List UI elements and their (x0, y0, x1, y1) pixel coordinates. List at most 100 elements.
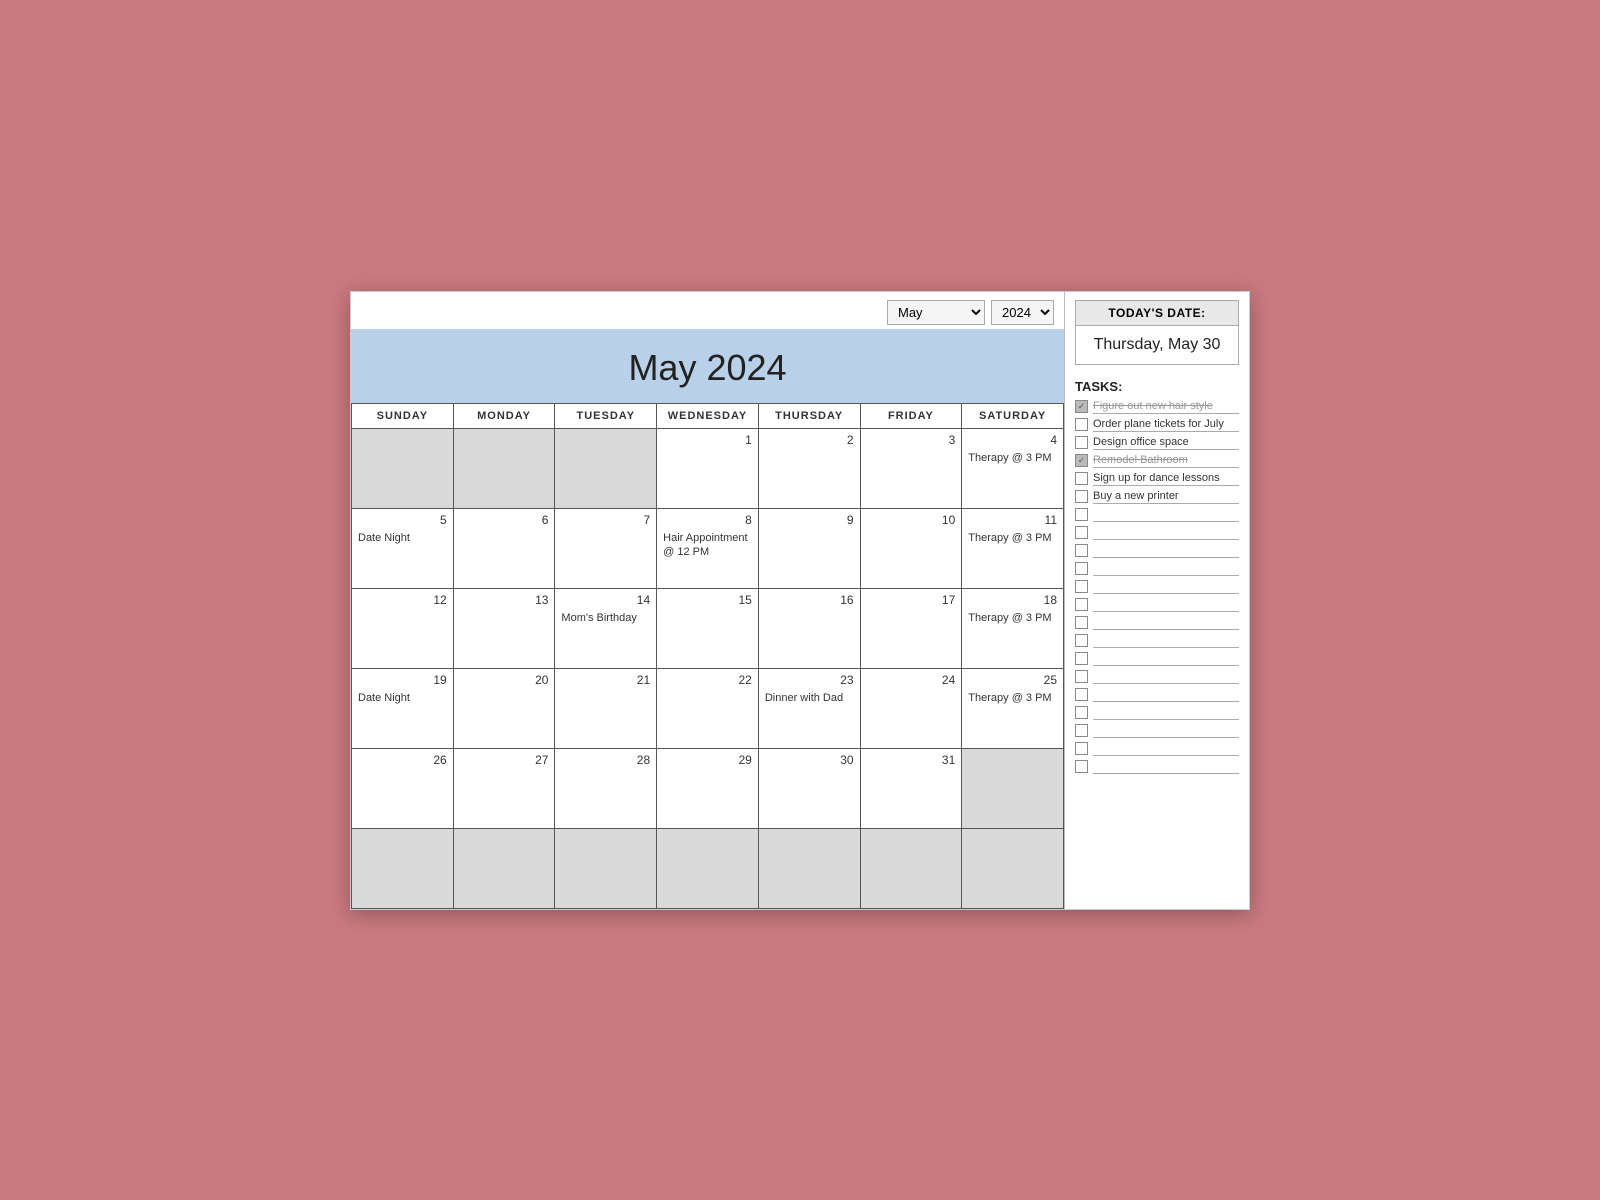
day-cell[interactable]: 4Therapy @ 3 PM (962, 429, 1064, 509)
task-checkbox[interactable] (1075, 724, 1088, 737)
event-text: Therapy @ 3 PM (968, 531, 1057, 545)
day-cell[interactable]: 22 (657, 669, 759, 749)
task-checkbox[interactable] (1075, 652, 1088, 665)
day-cell[interactable]: 25Therapy @ 3 PM (962, 669, 1064, 749)
task-text[interactable]: Design office space (1093, 436, 1239, 450)
day-cell[interactable]: 10 (861, 509, 963, 589)
task-text (1093, 706, 1239, 720)
day-cell[interactable] (352, 429, 454, 509)
day-number: 30 (765, 753, 854, 767)
day-cell[interactable]: 18Therapy @ 3 PM (962, 589, 1064, 669)
day-cell[interactable]: 24 (861, 669, 963, 749)
day-number: 8 (663, 513, 752, 527)
day-cell[interactable]: 29 (657, 749, 759, 829)
task-checkbox[interactable] (1075, 472, 1088, 485)
task-checkbox[interactable] (1075, 418, 1088, 431)
day-cell[interactable]: 27 (454, 749, 556, 829)
day-cell[interactable]: 28 (555, 749, 657, 829)
day-header: SUNDAY (352, 404, 454, 429)
task-checkbox[interactable]: ✓ (1075, 400, 1088, 413)
day-cell[interactable]: 19Date Night (352, 669, 454, 749)
week-row: 5Date Night678Hair Appointment @ 12 PM91… (352, 509, 1064, 589)
task-text (1093, 760, 1239, 774)
day-cell[interactable]: 16 (759, 589, 861, 669)
today-label: TODAY'S DATE: (1076, 301, 1238, 326)
day-number: 31 (867, 753, 956, 767)
task-item (1075, 724, 1239, 738)
event-text: Date Night (358, 691, 447, 705)
task-text[interactable]: Order plane tickets for July (1093, 418, 1239, 432)
day-cell[interactable]: 9 (759, 509, 861, 589)
day-number: 3 (867, 433, 956, 447)
day-cell[interactable]: 23Dinner with Dad (759, 669, 861, 749)
day-cell[interactable]: 26 (352, 749, 454, 829)
calendar-header: May 2024 (351, 329, 1064, 403)
day-cell[interactable] (962, 829, 1064, 909)
task-checkbox[interactable] (1075, 436, 1088, 449)
task-checkbox[interactable] (1075, 742, 1088, 755)
task-checkbox[interactable] (1075, 562, 1088, 575)
day-cell[interactable]: 5Date Night (352, 509, 454, 589)
day-cell[interactable]: 6 (454, 509, 556, 589)
day-cell[interactable]: 3 (861, 429, 963, 509)
day-cell[interactable]: 15 (657, 589, 759, 669)
task-text[interactable]: Remodel Bathroom (1093, 454, 1239, 468)
day-number: 13 (460, 593, 549, 607)
day-cell[interactable]: 13 (454, 589, 556, 669)
calendar-grid: SUNDAYMONDAYTUESDAYWEDNESDAYTHURSDAYFRID… (351, 403, 1064, 909)
day-cell[interactable]: 8Hair Appointment @ 12 PM (657, 509, 759, 589)
task-checkbox[interactable] (1075, 670, 1088, 683)
day-cell[interactable] (555, 429, 657, 509)
day-cell[interactable]: 30 (759, 749, 861, 829)
day-number: 9 (765, 513, 854, 527)
day-cell[interactable] (759, 829, 861, 909)
task-item (1075, 562, 1239, 576)
day-cell[interactable] (657, 829, 759, 909)
task-checkbox[interactable] (1075, 508, 1088, 521)
day-cell[interactable] (861, 829, 963, 909)
day-number: 11 (968, 513, 1057, 527)
task-checkbox[interactable] (1075, 616, 1088, 629)
task-checkbox[interactable] (1075, 688, 1088, 701)
task-checkbox[interactable] (1075, 598, 1088, 611)
task-item (1075, 760, 1239, 774)
day-cell[interactable]: 31 (861, 749, 963, 829)
task-checkbox[interactable] (1075, 526, 1088, 539)
task-checkbox[interactable] (1075, 760, 1088, 773)
day-cell[interactable] (962, 749, 1064, 829)
year-select[interactable]: 202320242025 (991, 300, 1054, 325)
day-cell[interactable]: 1 (657, 429, 759, 509)
day-cell[interactable] (454, 829, 556, 909)
task-item (1075, 688, 1239, 702)
day-cell[interactable]: 21 (555, 669, 657, 749)
task-item: ✓ Figure out new hair style (1075, 400, 1239, 414)
day-cell[interactable]: 14Mom's Birthday (555, 589, 657, 669)
task-checkbox[interactable] (1075, 634, 1088, 647)
day-cell[interactable] (555, 829, 657, 909)
task-text[interactable]: Buy a new printer (1093, 490, 1239, 504)
day-number: 24 (867, 673, 956, 687)
day-cell[interactable]: 2 (759, 429, 861, 509)
task-checkbox[interactable] (1075, 706, 1088, 719)
day-cell[interactable] (454, 429, 556, 509)
task-text[interactable]: Sign up for dance lessons (1093, 472, 1239, 486)
task-checkbox[interactable] (1075, 580, 1088, 593)
app-container: JanuaryFebruaryMarchAprilMayJuneJulyAugu… (350, 291, 1250, 910)
day-cell[interactable]: 7 (555, 509, 657, 589)
day-header: THURSDAY (759, 404, 861, 429)
day-cell[interactable]: 11 Therapy @ 3 PM (962, 509, 1064, 589)
day-cell[interactable]: 17 (861, 589, 963, 669)
task-text[interactable]: Figure out new hair style (1093, 400, 1239, 414)
task-checkbox[interactable]: ✓ (1075, 454, 1088, 467)
week-row: 12 13 14Mom's Birthday15161718Therapy @ 3 … (352, 589, 1064, 669)
day-number: 2 (765, 433, 854, 447)
month-select[interactable]: JanuaryFebruaryMarchAprilMayJuneJulyAugu… (887, 300, 985, 325)
day-header: MONDAY (454, 404, 556, 429)
day-header: SATURDAY (962, 404, 1064, 429)
task-checkbox[interactable] (1075, 490, 1088, 503)
task-item (1075, 598, 1239, 612)
day-cell[interactable] (352, 829, 454, 909)
day-cell[interactable]: 12 (352, 589, 454, 669)
task-checkbox[interactable] (1075, 544, 1088, 557)
day-cell[interactable]: 20 (454, 669, 556, 749)
